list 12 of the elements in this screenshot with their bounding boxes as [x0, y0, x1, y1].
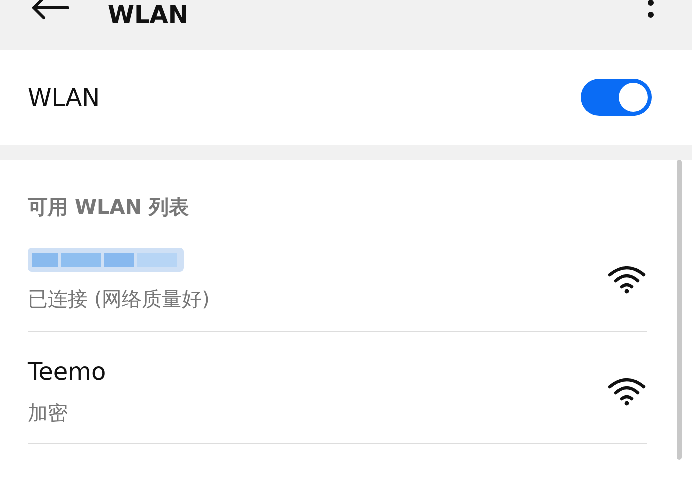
window-title: WLAN: [108, 0, 188, 30]
network-status: 加密: [28, 400, 69, 426]
wlan-label: WLAN: [28, 82, 100, 114]
network-item[interactable]: 已连接 (网络质量好): [28, 220, 647, 332]
back-icon[interactable]: [30, 0, 70, 22]
network-status: 已连接 (网络质量好): [28, 286, 210, 312]
wifi-icon: [607, 376, 647, 406]
wlan-switch[interactable]: [581, 79, 652, 116]
network-name: Teemo: [28, 358, 106, 386]
section-heading: 可用 WLAN 列表: [28, 194, 190, 220]
network-item[interactable]: Teemo 加密: [28, 332, 647, 444]
wifi-icon: [607, 264, 647, 294]
